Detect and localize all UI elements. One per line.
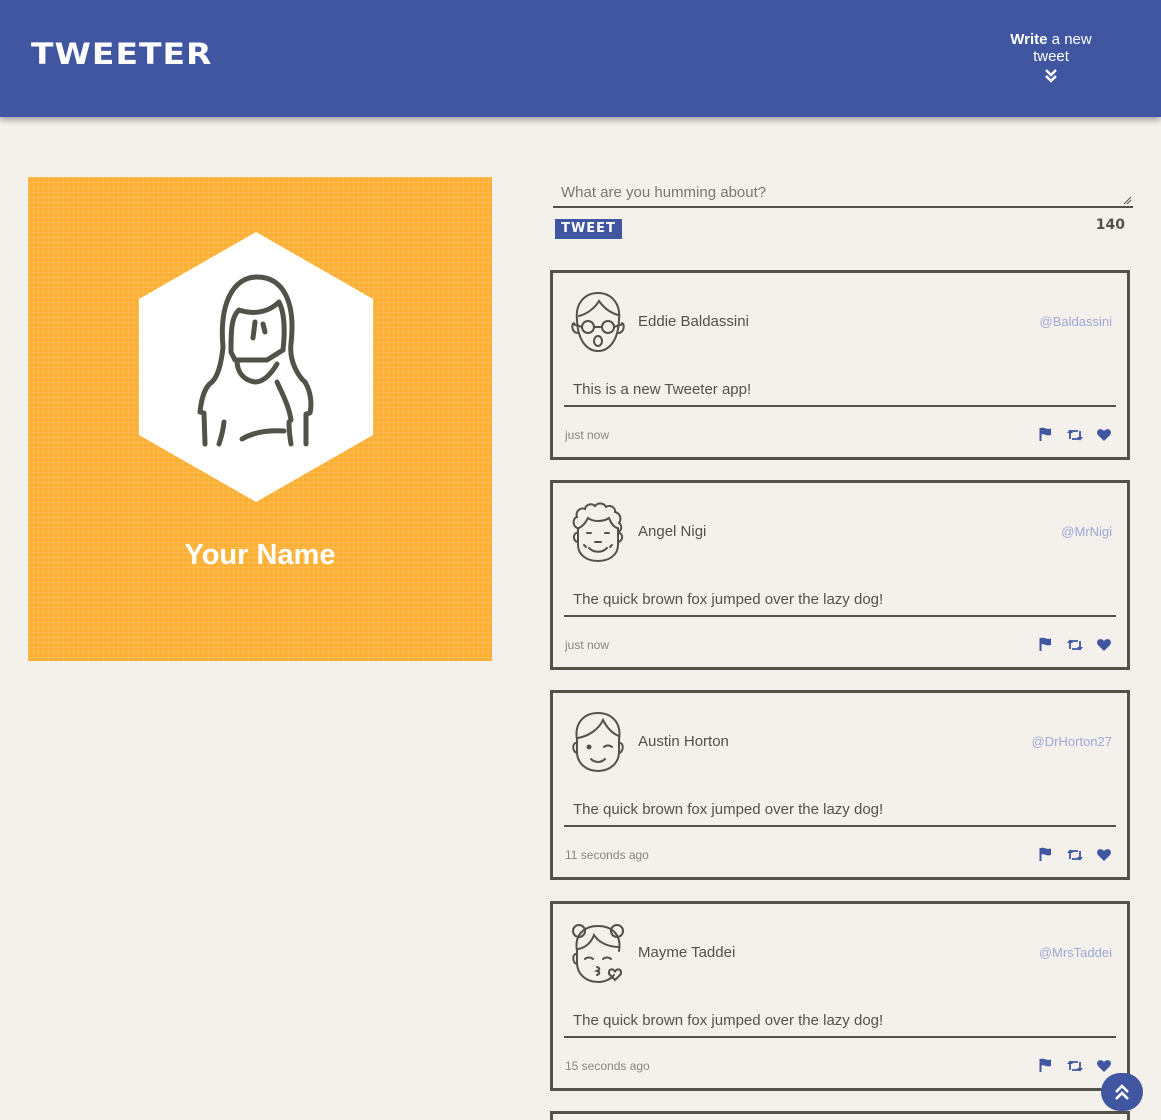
- tweet-author-name: Eddie Baldassini: [638, 313, 749, 330]
- tweet-content: This is a new Tweeter app!: [564, 381, 1116, 407]
- resize-grip-icon[interactable]: [1123, 196, 1132, 205]
- tweet-author-name: Austin Horton: [638, 733, 729, 750]
- curly-hair-avatar-icon: [572, 502, 624, 563]
- tweet-content: The quick brown fox jumped over the lazy…: [564, 591, 1116, 617]
- retweet-icon[interactable]: [1066, 848, 1083, 866]
- flag-icon[interactable]: [1039, 1058, 1052, 1077]
- retweet-icon[interactable]: [1066, 638, 1083, 656]
- tweet-author-handle: @DrHorton27: [1031, 734, 1112, 749]
- tweet-card-partial: [550, 1111, 1130, 1120]
- flag-icon[interactable]: [1039, 637, 1052, 656]
- profile-name: Your Name: [184, 539, 336, 571]
- tweet-timestamp: just now: [565, 428, 610, 442]
- woman-avatar-icon: [139, 232, 373, 502]
- tweet-content: The quick brown fox jumped over the lazy…: [564, 1012, 1116, 1038]
- tweet-actions: [1029, 847, 1111, 866]
- heart-icon[interactable]: [1097, 428, 1111, 446]
- tweet-timestamp: 11 seconds ago: [565, 848, 649, 862]
- tweet-card: Mayme Taddei @MrsTaddei The quick brown …: [550, 901, 1130, 1091]
- kissing-girl-avatar-icon: [572, 924, 624, 984]
- flag-icon[interactable]: [1039, 427, 1052, 446]
- tweet-timestamp: just now: [565, 638, 610, 652]
- profile-card: Your Name: [28, 177, 492, 661]
- tweet-timestamp: 15 seconds ago: [565, 1059, 650, 1073]
- tweet-author-handle: @MrNigi: [1061, 524, 1112, 539]
- write-label-bold: Write: [1010, 31, 1048, 48]
- character-counter: 140: [1095, 217, 1125, 233]
- angle-double-down-icon: [1045, 69, 1057, 83]
- tweet-author-name: Angel Nigi: [638, 523, 707, 540]
- scroll-to-top-button[interactable]: [1101, 1073, 1143, 1111]
- tweet-card: Angel Nigi @MrNigi The quick brown fox j…: [550, 480, 1130, 670]
- tweet-card: Eddie Baldassini @Baldassini This is a n…: [550, 270, 1130, 460]
- glasses-face-avatar-icon: [571, 291, 625, 353]
- retweet-icon[interactable]: [1066, 1059, 1083, 1077]
- write-new-tweet-toggle[interactable]: Write a new tweet: [991, 31, 1111, 83]
- angle-double-up-icon: [1115, 1084, 1129, 1100]
- heart-icon[interactable]: [1097, 638, 1111, 656]
- tweet-content: The quick brown fox jumped over the lazy…: [564, 801, 1116, 827]
- tweet-input[interactable]: [553, 177, 1133, 208]
- heart-icon[interactable]: [1097, 848, 1111, 866]
- brand-logo[interactable]: TWEETER: [31, 36, 212, 71]
- tweet-actions: [1029, 637, 1111, 656]
- heart-icon[interactable]: [1097, 1059, 1111, 1077]
- tweet-actions: [1029, 1058, 1111, 1077]
- tweet-author-name: Mayme Taddei: [638, 944, 736, 961]
- tweet-submit-button[interactable]: TWEET: [555, 219, 622, 239]
- tweet-author-handle: @Baldassini: [1039, 314, 1112, 329]
- top-nav: TWEETER Write a new tweet: [0, 0, 1161, 117]
- tweet-author-handle: @MrsTaddei: [1038, 945, 1112, 960]
- tweet-actions: [1029, 427, 1111, 446]
- winking-face-avatar-icon: [572, 711, 624, 773]
- tweet-card: Austin Horton @DrHorton27 The quick brow…: [550, 690, 1130, 880]
- retweet-icon[interactable]: [1066, 428, 1083, 446]
- flag-icon[interactable]: [1039, 847, 1052, 866]
